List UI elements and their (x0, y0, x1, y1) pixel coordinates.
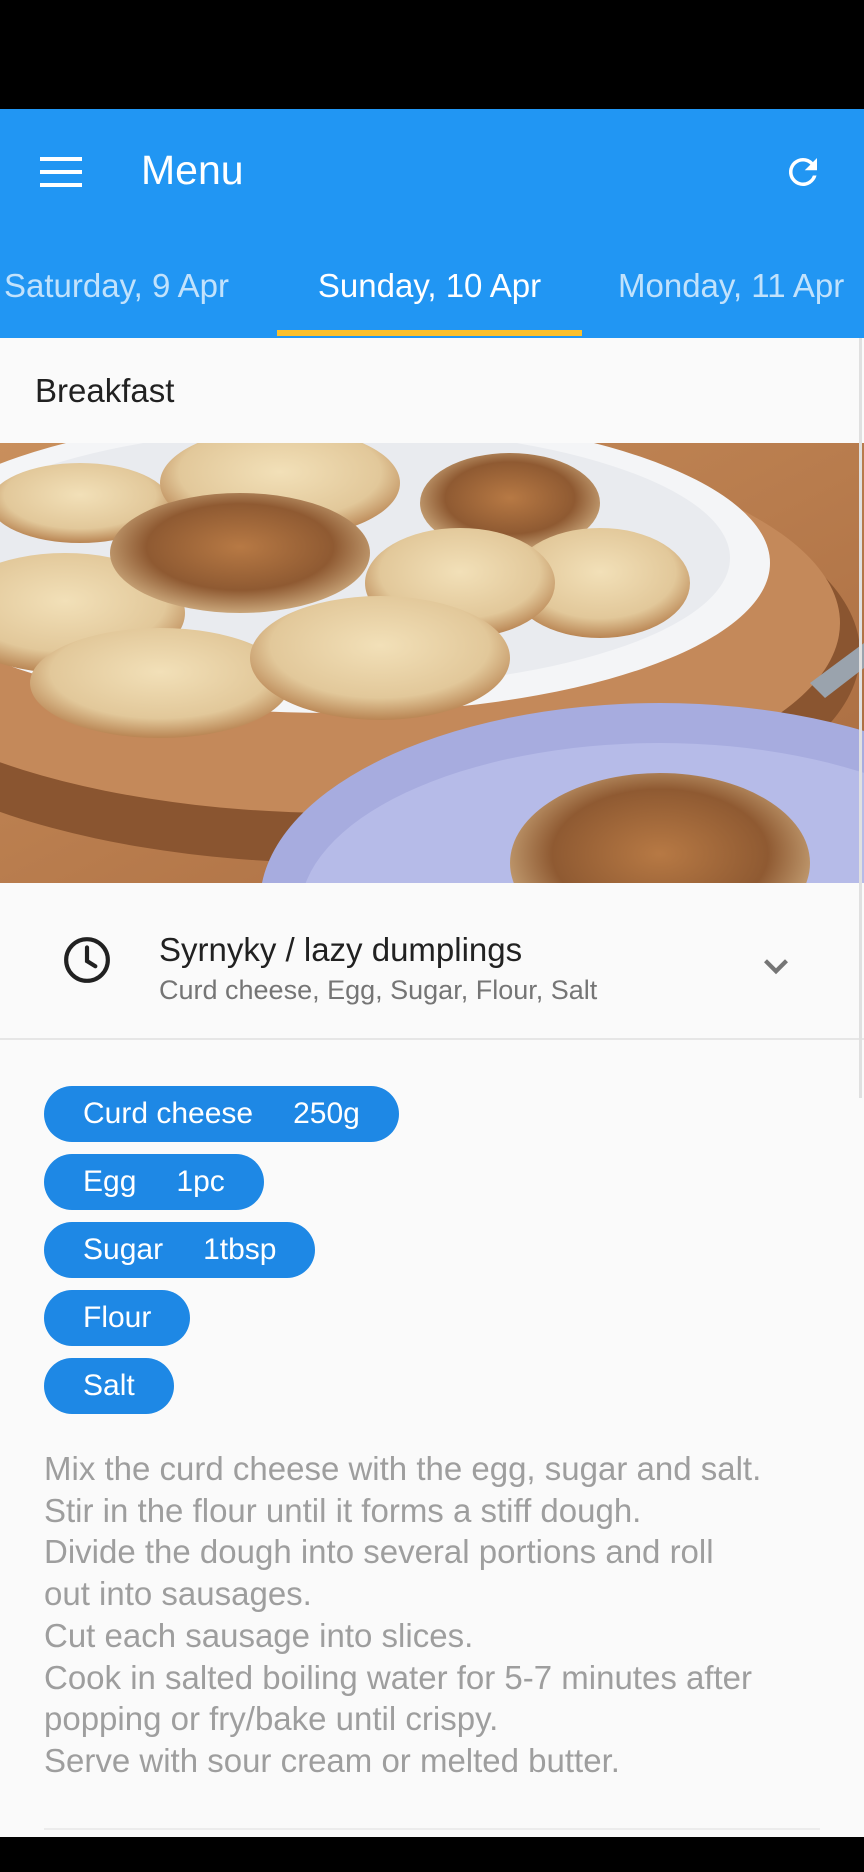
navigation-bar (0, 1837, 864, 1872)
refresh-icon (788, 157, 817, 186)
ingredient-name: Sugar (83, 1233, 164, 1266)
clock-icon (64, 937, 110, 983)
instruction-line: Mix the curd cheese with the egg, sugar … (44, 1450, 762, 1487)
tab-saturday[interactable]: Saturday, 9 Apr (4, 233, 229, 338)
toolbar: Menu (0, 109, 864, 233)
instruction-line: Stir in the flour until it forms a stiff… (44, 1491, 642, 1529)
ingredient-name: Flour (83, 1301, 152, 1334)
tab-monday[interactable]: Monday, 11 Apr (618, 233, 844, 338)
refresh-button[interactable] (772, 141, 834, 203)
recipe-instructions: Mix the curd cheese with the egg, sugar … (44, 1448, 834, 1782)
ingredient-chips: Curd cheese 250g Egg 1pc Sugar 1tbsp Flo… (44, 1086, 399, 1426)
meal-header: Breakfast (0, 338, 864, 443)
ingredient-qty: 1pc (176, 1165, 225, 1198)
ingredient-chip[interactable]: Curd cheese 250g (44, 1086, 399, 1142)
instruction-line: out into sausages. (44, 1575, 312, 1613)
instruction-line: Divide the dough into several portions a… (44, 1533, 714, 1571)
chevron-down-icon[interactable] (755, 945, 797, 987)
menu-button[interactable] (30, 141, 92, 203)
day-tabs: Saturday, 9 Apr Sunday, 10 Apr Monday, 1… (0, 233, 864, 338)
page-title: Menu (141, 147, 244, 193)
tab-sunday[interactable]: Sunday, 10 Apr (277, 233, 582, 338)
instruction-line: Cut each sausage into slices. (44, 1616, 474, 1654)
ingredient-chip[interactable]: Salt (44, 1358, 174, 1414)
ingredient-chip[interactable]: Sugar 1tbsp (44, 1222, 316, 1278)
tab-indicator (277, 330, 582, 336)
instruction-line: Serve with sour cream or melted butter. (44, 1741, 620, 1779)
divider (44, 1828, 820, 1830)
dish-ingredients-summary: Curd cheese, Egg, Sugar, Flour, Salt (159, 975, 598, 1005)
scrollbar[interactable] (859, 338, 862, 1098)
ingredient-name: Salt (83, 1369, 135, 1402)
instruction-line: popping or fry/bake until crispy. (44, 1700, 499, 1738)
app-bar: Menu Saturday, 9 Apr Sunday, 10 Apr Mond… (0, 109, 864, 338)
ingredient-qty: 250g (293, 1097, 360, 1130)
instruction-line: Cook in salted boiling water for 5-7 min… (44, 1658, 753, 1696)
ingredient-name: Curd cheese (83, 1097, 254, 1130)
ingredient-chip[interactable]: Flour (44, 1290, 191, 1346)
dish-row[interactable]: Syrnyky / lazy dumplings Curd cheese, Eg… (0, 883, 864, 1040)
status-bar (0, 0, 864, 109)
hamburger-menu-icon (40, 157, 82, 187)
dish-name: Syrnyky / lazy dumplings (159, 931, 523, 968)
ingredient-qty: 1tbsp (203, 1233, 277, 1266)
ingredient-name: Egg (83, 1165, 137, 1198)
ingredient-chip[interactable]: Egg 1pc (44, 1154, 264, 1210)
dish-photo (0, 443, 864, 883)
